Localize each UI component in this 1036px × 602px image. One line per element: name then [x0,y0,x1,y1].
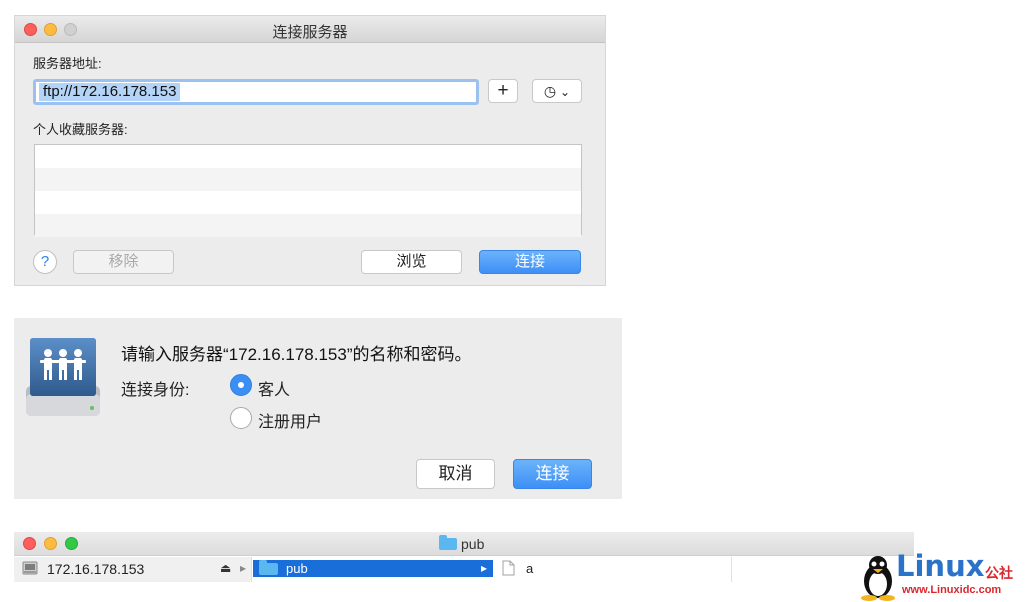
connect-button[interactable]: 连接 [479,250,581,274]
cancel-button[interactable]: 取消 [416,459,495,489]
radio-guest[interactable] [230,374,252,396]
penguin-icon [861,556,895,601]
connect-button[interactable]: 连接 [513,459,592,489]
watermark-suffix: 公社 [985,565,1013,581]
folder-icon [259,560,278,575]
server-address-value[interactable]: ftp://172.16.178.153 [39,83,181,101]
list-row[interactable] [35,168,581,191]
favorite-servers-label: 个人收藏服务器: [33,122,128,137]
remove-button[interactable]: 移除 [73,250,174,274]
expand-arrow-icon[interactable]: ▸ [240,561,246,575]
radio-guest-label[interactable]: 客人 [258,376,290,400]
browse-button[interactable]: 浏览 [361,250,462,274]
dialog-message: 请输入服务器“172.16.178.153”的名称和密码。 [121,345,472,364]
watermark-brand: Linux [896,549,985,583]
folder-name: pub [286,561,308,576]
title-bar: 连接服务器 [15,16,605,43]
expand-arrow-icon: ▸ [481,561,488,575]
connect-as-label: 连接身份: [121,382,190,399]
network-server-icon [26,338,100,416]
authentication-dialog: 请输入服务器“172.16.178.153”的名称和密码。 连接身份: 客人 注… [14,318,622,499]
server-address-label: 服务器地址: [33,56,102,71]
chevron-down-icon: ⌄ [560,85,571,99]
finder-window: pub 172.16.178.153 ⏏ ▸ pub ▸ a [14,532,914,602]
folder-icon [439,535,457,550]
linuxidc-watermark: Linux 公社 www.Linuxidc.com [858,549,1036,602]
column-browser-files[interactable]: a [494,557,732,582]
window-title: 连接服务器 [272,24,348,41]
server-name: 172.16.178.153 [47,561,145,577]
document-icon [502,560,515,576]
server-address-input[interactable]: ftp://172.16.178.153 [33,79,479,105]
list-row[interactable] [35,214,581,237]
watermark-url: www.Linuxidc.com [902,584,1002,596]
file-name[interactable]: a [526,561,533,576]
radio-registered-user-label[interactable]: 注册用户 [258,408,322,432]
close-button[interactable] [23,537,36,550]
radio-registered-user[interactable] [230,407,252,429]
eject-icon[interactable]: ⏏ [220,561,231,575]
list-row[interactable] [35,191,581,214]
recent-servers-button[interactable]: ◷ ⌄ [532,79,582,103]
window-title: pub [461,536,485,552]
sidebar-row-server[interactable]: 172.16.178.153 ⏏ ▸ [14,557,252,582]
help-button[interactable]: ? [33,250,57,274]
clock-icon: ◷ [543,83,557,99]
selected-folder-row[interactable]: pub ▸ [253,560,493,577]
plus-icon: + [497,80,509,101]
column-browser-pub[interactable]: pub ▸ [253,557,493,582]
zoom-button[interactable] [65,537,78,550]
add-favorite-button[interactable]: + [488,79,518,103]
question-icon: ? [40,253,50,270]
list-row[interactable] [35,145,581,168]
network-drive-icon [22,561,38,575]
favorite-servers-list[interactable] [34,144,582,237]
title-bar: pub [14,532,914,556]
minimize-button[interactable] [44,537,57,550]
connect-to-server-window: 连接服务器 服务器地址: ftp://172.16.178.153 + ◷ ⌄ … [14,15,606,286]
